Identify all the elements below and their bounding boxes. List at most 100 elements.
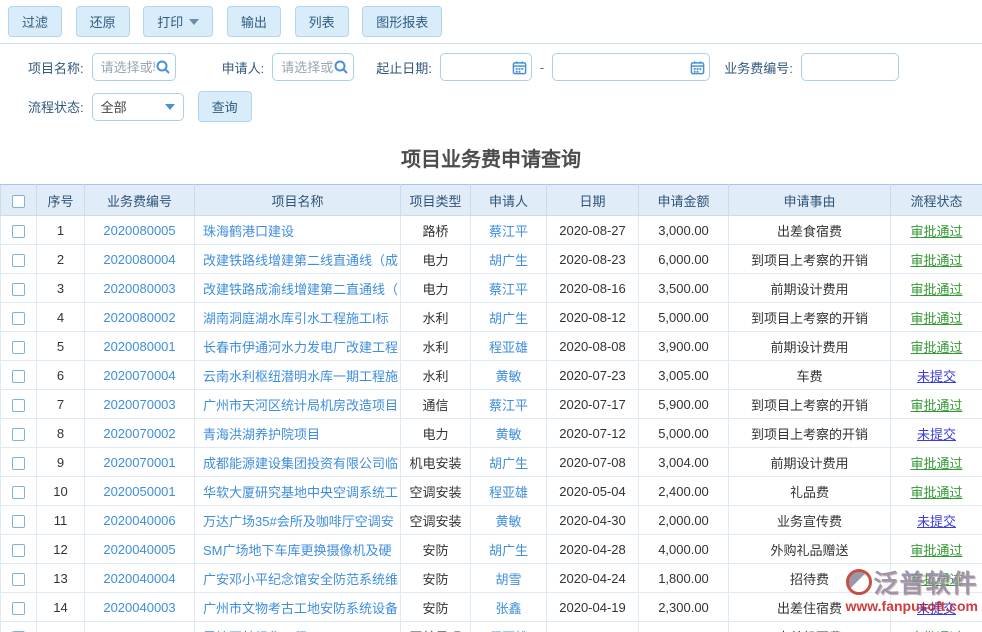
date-end-input[interactable] xyxy=(561,60,690,75)
project-name-link[interactable]: 万达广场35#会所及咖啡厅空调安 xyxy=(203,514,394,529)
applicant-link[interactable]: 蔡江平 xyxy=(489,282,528,297)
project-name-link[interactable]: 广州市文物考古工地安防系统设备 xyxy=(203,601,398,616)
row-checkbox[interactable] xyxy=(12,341,25,354)
fee-no-link[interactable]: 2020040005 xyxy=(103,542,175,557)
graph-report-button[interactable]: 图形报表 xyxy=(362,6,442,37)
row-checkbox[interactable] xyxy=(12,428,25,441)
fee-no-link[interactable]: 2020040002 xyxy=(103,629,175,632)
list-view-button[interactable]: 列表 xyxy=(295,6,349,37)
status-link[interactable]: 审批通过 xyxy=(910,572,962,587)
row-checkbox[interactable] xyxy=(12,457,25,470)
row-checkbox[interactable] xyxy=(12,486,25,499)
applicant-link[interactable]: 程亚雄 xyxy=(489,340,528,355)
project-name-link[interactable]: SM广场地下车库更换摄像机及硬 xyxy=(203,543,392,558)
fee-no-link[interactable]: 2020070001 xyxy=(103,455,175,470)
fee-no-link[interactable]: 2020070002 xyxy=(103,426,175,441)
row-checkbox[interactable] xyxy=(12,283,25,296)
fee-no-link[interactable]: 2020070003 xyxy=(103,397,175,412)
row-checkbox[interactable] xyxy=(12,254,25,267)
print-button[interactable]: 打印 xyxy=(143,6,213,37)
fee-no-link[interactable]: 2020040006 xyxy=(103,513,175,528)
select-all-checkbox[interactable] xyxy=(12,195,25,208)
date-value: 2020-08-08 xyxy=(547,332,639,361)
project-name-link[interactable]: 改建铁路成渝线增建第二直通线（ xyxy=(203,282,398,297)
row-checkbox[interactable] xyxy=(12,370,25,383)
applicant-link[interactable]: 蔡江平 xyxy=(489,224,528,239)
project-type: 园林景观 xyxy=(401,622,471,632)
applicant-input[interactable] xyxy=(281,60,333,75)
reset-button[interactable]: 还原 xyxy=(76,6,130,37)
status-link[interactable]: 审批通过 xyxy=(910,398,962,413)
project-type: 电力 xyxy=(401,245,471,274)
status-link[interactable]: 审批通过 xyxy=(910,311,962,326)
fee-no-link[interactable]: 2020050001 xyxy=(103,484,175,499)
calendar-icon[interactable] xyxy=(690,60,705,75)
applicant-link[interactable]: 胡广生 xyxy=(489,456,528,471)
row-checkbox[interactable] xyxy=(12,399,25,412)
fee-no-link[interactable]: 2020080003 xyxy=(103,281,175,296)
project-name-link[interactable]: 成都能源建设集团投资有限公司临 xyxy=(203,456,398,471)
project-name-link[interactable]: 长春市伊通河水力发电厂改建工程 xyxy=(203,340,398,355)
status-link[interactable]: 审批通过 xyxy=(910,224,962,239)
applicant-link[interactable]: 胡雪 xyxy=(495,572,521,587)
applicant-link[interactable]: 黄敏 xyxy=(495,369,521,384)
project-name-link[interactable]: 改建铁路线增建第二线直通线（成 xyxy=(203,253,398,268)
export-button[interactable]: 输出 xyxy=(227,6,281,37)
project-name-input[interactable] xyxy=(101,60,155,75)
applicant-link[interactable]: 黄敏 xyxy=(495,514,521,529)
project-name-link[interactable]: 珠海鹤港口建设 xyxy=(203,224,294,239)
fee-no-link[interactable]: 2020080001 xyxy=(103,339,175,354)
row-checkbox[interactable] xyxy=(12,573,25,586)
applicant-field xyxy=(272,53,354,81)
row-checkbox[interactable] xyxy=(12,312,25,325)
calendar-icon[interactable] xyxy=(512,60,527,75)
filter-panel: 项目名称: 申请人: 起止日期: - xyxy=(0,44,982,134)
status-link[interactable]: 未提交 xyxy=(917,369,956,384)
fee-no-link[interactable]: 2020070004 xyxy=(103,368,175,383)
fee-no-link[interactable]: 2020080005 xyxy=(103,223,175,238)
project-name-link[interactable]: 云南水利枢纽潜明水库一期工程施 xyxy=(203,369,398,384)
applicant-link[interactable]: 胡广生 xyxy=(489,253,528,268)
status-link[interactable]: 审批通过 xyxy=(910,340,962,355)
project-name-link[interactable]: 湖南洞庭湖水库引水工程施工I标 xyxy=(203,311,389,326)
search-icon[interactable] xyxy=(333,59,349,75)
filter-button[interactable]: 过滤 xyxy=(8,6,62,37)
fee-no-input[interactable] xyxy=(810,60,894,75)
row-checkbox[interactable] xyxy=(12,544,25,557)
status-link[interactable]: 审批通过 xyxy=(910,282,962,297)
filter-row-2: 流程状态: 全部 查询 xyxy=(18,91,982,122)
applicant-link[interactable]: 蔡江平 xyxy=(489,398,528,413)
row-checkbox[interactable] xyxy=(12,602,25,615)
status-link[interactable]: 未提交 xyxy=(917,514,956,529)
project-name-link[interactable]: 华软大厦研究基地中央空调系统工 xyxy=(203,485,398,500)
query-button[interactable]: 查询 xyxy=(198,91,252,122)
flow-status-select[interactable]: 全部 xyxy=(92,93,184,121)
applicant-link[interactable]: 程亚雄 xyxy=(489,485,528,500)
project-name-link[interactable]: 青海洪湖养护院项目 xyxy=(203,427,320,442)
status-link[interactable]: 未提交 xyxy=(917,601,956,616)
status-link[interactable]: 审批通过 xyxy=(910,543,962,558)
applicant-link[interactable]: 黄敏 xyxy=(495,427,521,442)
search-icon[interactable] xyxy=(155,59,171,75)
project-name-link[interactable]: 广安邓小平纪念馆安全防范系统维 xyxy=(203,572,398,587)
project-type: 电力 xyxy=(401,274,471,303)
table-row: 5 2020080001 长春市伊通河水力发电厂改建工程 水利 程亚雄 2020… xyxy=(1,332,982,361)
fee-no-link[interactable]: 2020080002 xyxy=(103,310,175,325)
applicant-link[interactable]: 张鑫 xyxy=(495,601,521,616)
status-link[interactable]: 审批通过 xyxy=(910,253,962,268)
status-link[interactable]: 审批通过 xyxy=(910,456,962,471)
fee-no-link[interactable]: 2020040003 xyxy=(103,600,175,615)
project-name-link[interactable]: 广州市天河区统计局机房改造项目 xyxy=(203,398,398,413)
amount-value: 3,004.00 xyxy=(639,448,729,477)
row-checkbox[interactable] xyxy=(12,515,25,528)
applicant-link[interactable]: 胡广生 xyxy=(489,311,528,326)
date-start-field xyxy=(440,53,532,81)
applicant-link[interactable]: 胡广生 xyxy=(489,543,528,558)
reason-value: 前期设计费用 xyxy=(729,274,891,303)
fee-no-link[interactable]: 2020080004 xyxy=(103,252,175,267)
fee-no-link[interactable]: 2020040004 xyxy=(103,571,175,586)
status-link[interactable]: 审批通过 xyxy=(910,485,962,500)
status-link[interactable]: 未提交 xyxy=(917,427,956,442)
date-start-input[interactable] xyxy=(449,60,512,75)
row-checkbox[interactable] xyxy=(12,225,25,238)
